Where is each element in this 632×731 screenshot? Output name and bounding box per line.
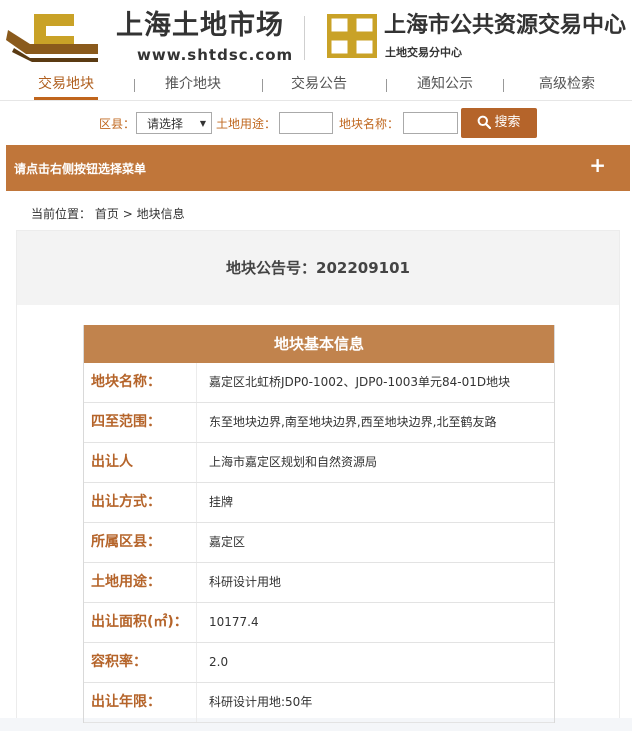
cell-divider xyxy=(196,363,197,402)
table-row: 出让面积(㎡)： 10177.4 xyxy=(84,603,554,643)
table-row: 四至范围： 东至地块边界,南至地块边界,西至地块边界,北至鹤友路 xyxy=(84,403,554,443)
row-value: 东至地块边界,南至地块边界,西至地块边界,北至鹤友路 xyxy=(209,415,497,429)
row-label: 地块名称： xyxy=(91,374,161,390)
breadcrumb-separator: > xyxy=(122,207,133,221)
row-label: 土地用途： xyxy=(91,574,161,590)
row-label: 出让面积(㎡)： xyxy=(91,614,188,630)
row-value: 2.0 xyxy=(209,655,229,669)
row-value: 嘉定区北虹桥JDP0-1002、JDP0-1003单元84-01D地块 xyxy=(209,375,511,389)
table-row: 地块名称： 嘉定区北虹桥JDP0-1002、JDP0-1003单元84-01D地… xyxy=(84,363,554,403)
cell-divider xyxy=(196,483,197,522)
plus-icon[interactable]: + xyxy=(589,153,606,177)
row-label: 所属区县： xyxy=(91,534,161,550)
center-subtitle: 土地交易分中心 xyxy=(385,46,462,59)
brand-url[interactable]: www.shtdsc.com xyxy=(137,46,293,64)
nav-item-notices[interactable]: 通知公示 xyxy=(410,70,480,99)
landuse-label: 土地用途： xyxy=(216,117,277,131)
cell-divider xyxy=(196,403,197,442)
nav-item-trading-plots[interactable]: 交易地块 xyxy=(34,70,98,100)
district-select[interactable]: 请选择 ▼ xyxy=(136,112,212,134)
landuse-input[interactable] xyxy=(279,112,333,134)
row-label: 出让年限： xyxy=(91,694,161,710)
brand-title[interactable]: 上海土地市场 xyxy=(116,10,284,42)
shtdsc-logo-icon[interactable] xyxy=(6,8,98,64)
row-value: 科研设计用地 xyxy=(209,575,282,589)
breadcrumb-prefix: 当前位置： xyxy=(31,207,92,221)
cell-divider xyxy=(196,523,197,562)
menu-toggle-text: 请点击右侧按钮选择菜单 xyxy=(14,162,147,176)
search-icon xyxy=(478,115,492,130)
table-row: 出让人 上海市嘉定区规划和自然资源局 xyxy=(84,443,554,483)
center-title[interactable]: 上海市公共资源交易中心 xyxy=(384,12,626,40)
nav-item-advanced-search[interactable]: 高级检索 xyxy=(532,70,602,99)
breadcrumb: 当前位置： 首页 > 地块信息 xyxy=(31,205,185,222)
nav-separator xyxy=(262,79,263,92)
search-bar: 区县： 请选择 ▼ 土地用途： 地块名称： 搜索 xyxy=(0,101,632,145)
breadcrumb-home[interactable]: 首页 xyxy=(95,207,119,221)
table-row: 土地用途： 科研设计用地 xyxy=(84,563,554,603)
row-label: 出让方式： xyxy=(91,494,161,510)
search-button-label: 搜索 xyxy=(494,115,521,130)
chevron-down-icon: ▼ xyxy=(199,119,206,128)
landname-input[interactable] xyxy=(403,112,458,134)
search-button[interactable]: 搜索 xyxy=(461,108,537,138)
cell-divider xyxy=(196,603,197,642)
district-select-value: 请选择 xyxy=(147,117,184,131)
nav-item-promoted-plots[interactable]: 推介地块 xyxy=(158,70,228,99)
district-label: 区县： xyxy=(99,117,136,131)
header-divider xyxy=(304,16,305,60)
row-value: 上海市嘉定区规划和自然资源局 xyxy=(209,455,378,469)
notice-header: 地块公告号：202209101 xyxy=(17,231,619,305)
cell-divider xyxy=(196,643,197,682)
nav-item-announcements[interactable]: 交易公告 xyxy=(284,70,354,99)
row-value: 挂牌 xyxy=(209,495,234,509)
trading-center-logo-icon[interactable] xyxy=(327,14,377,58)
table-row: 容积率： 2.0 xyxy=(84,643,554,683)
cell-divider xyxy=(196,443,197,482)
plot-detail-card: 地块公告号：202209101 地块基本信息 地块名称： 嘉定区北虹桥JDP0-… xyxy=(16,230,620,723)
notice-number: 地块公告号：202209101 xyxy=(226,259,410,277)
nav-separator xyxy=(134,79,135,92)
cell-divider xyxy=(196,563,197,602)
site-header: 上海土地市场 www.shtdsc.com 上海市公共资源交易中心 土地交易分中… xyxy=(0,0,632,70)
row-label: 四至范围： xyxy=(91,414,161,430)
row-value: 嘉定区 xyxy=(209,535,246,549)
nav-separator xyxy=(386,79,387,92)
nav-separator xyxy=(503,79,504,92)
landname-label: 地块名称： xyxy=(339,117,400,131)
table-row: 所属区县： 嘉定区 xyxy=(84,523,554,563)
row-label: 出让人 xyxy=(91,454,133,470)
table-row: 出让方式： 挂牌 xyxy=(84,483,554,523)
table-row: 出让年限： 科研设计用地:50年 xyxy=(84,683,554,723)
main-nav: 交易地块 推介地块 交易公告 通知公示 高级检索 xyxy=(0,70,632,101)
row-label: 容积率： xyxy=(91,654,147,670)
row-value: 科研设计用地:50年 xyxy=(209,695,313,709)
breadcrumb-current: 地块信息 xyxy=(136,207,185,221)
cell-divider xyxy=(196,683,197,722)
plot-info-heading: 地块基本信息 xyxy=(84,325,554,363)
plot-info-table: 地块基本信息 地块名称： 嘉定区北虹桥JDP0-1002、JDP0-1003单元… xyxy=(83,325,555,723)
row-value: 10177.4 xyxy=(209,615,259,629)
menu-toggle-bar[interactable]: 请点击右侧按钮选择菜单 + xyxy=(6,145,630,191)
